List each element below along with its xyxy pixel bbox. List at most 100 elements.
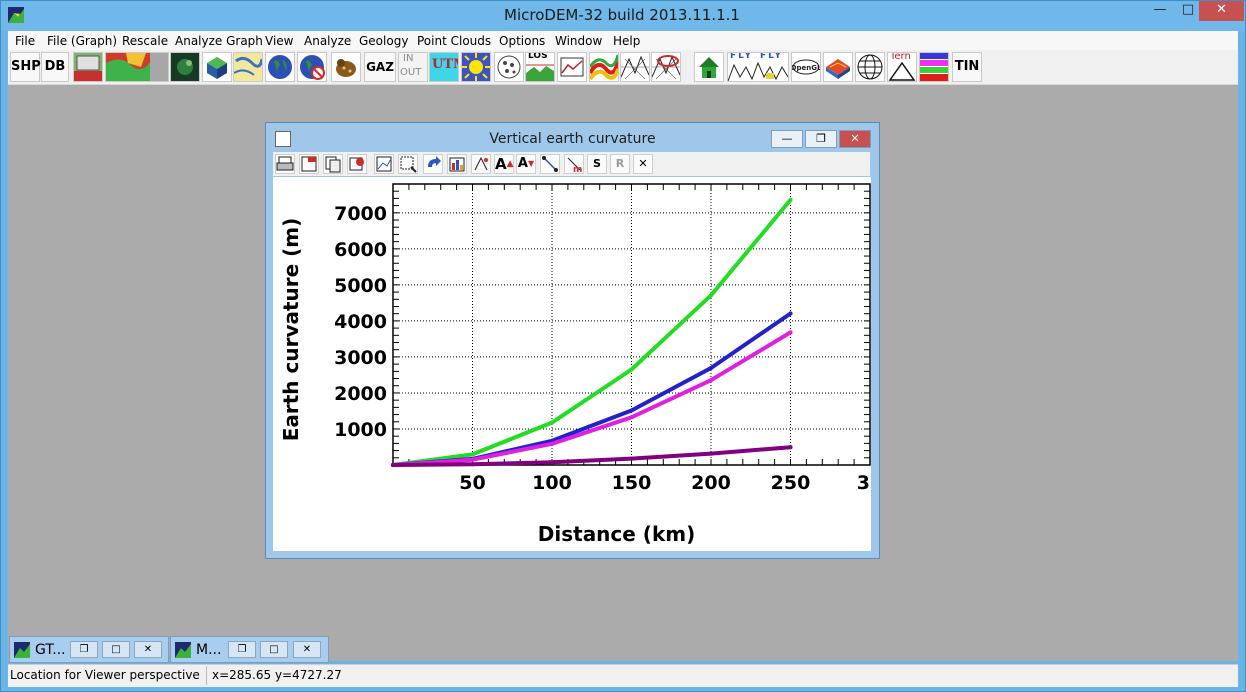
close-graph-tool-button[interactable]: ✕ [633, 154, 653, 174]
histogram-button[interactable] [447, 154, 467, 174]
utm-button[interactable]: UTM [429, 52, 459, 82]
color-table-icon [920, 53, 948, 81]
gt-window-icon [14, 642, 30, 658]
status-message: Location for Viewer perspective [10, 668, 200, 682]
slope-measure-button[interactable]: m [564, 154, 584, 175]
satellite-image-button[interactable] [170, 52, 200, 82]
geology-map-button[interactable] [233, 52, 263, 82]
gazetteer-button[interactable]: GAZ [364, 52, 396, 82]
gt-restore-button[interactable]: ❐ [70, 641, 98, 658]
cross-section-button[interactable] [589, 52, 619, 82]
gt-close-button[interactable]: ✕ [134, 641, 162, 658]
world-grid-button[interactable] [855, 52, 885, 82]
plot-area[interactable]: 1000 2000 3000 4000 5000 6000 7000 50 100 150 200 2… [273, 177, 883, 551]
print-button[interactable] [275, 154, 295, 174]
measure-line-button[interactable] [540, 154, 560, 174]
los-label: LOS [528, 52, 548, 61]
s-button[interactable]: S [587, 154, 607, 174]
series-point [550, 460, 554, 465]
menu-rescale[interactable]: Rescale [122, 32, 168, 50]
x-tick-label: 250 [771, 472, 811, 494]
cross-section-icon [590, 53, 618, 81]
refresh-graph-button[interactable] [347, 154, 367, 174]
menu-window[interactable]: Window [555, 32, 602, 50]
y-tick-label: 3000 [334, 347, 387, 369]
series-point [629, 415, 634, 420]
printer-icon [276, 156, 294, 171]
close-button[interactable]: ✕ [1199, 1, 1244, 21]
series-point [709, 451, 713, 456]
utm-label: UTM [432, 57, 458, 72]
rescale-arrow-icon [428, 156, 441, 167]
x-tick-label: 150 [612, 472, 652, 494]
minimized-window-m[interactable]: M... ❐ □ ✕ [170, 636, 329, 663]
shp-button[interactable]: SHP [10, 52, 41, 82]
save-graph-button[interactable] [299, 154, 319, 174]
house-button[interactable] [694, 52, 724, 82]
fishnet-overlay-button[interactable] [651, 52, 681, 82]
series-point [629, 456, 634, 461]
m-window-icon [175, 642, 191, 658]
add-text-button[interactable] [471, 154, 491, 174]
graph-minimize-button[interactable]: — [771, 130, 803, 148]
minimize-button[interactable]: — [1147, 1, 1173, 21]
menu-options[interactable]: Options [499, 32, 545, 50]
zoom-box-icon [400, 156, 417, 173]
menu-file[interactable]: File [15, 32, 35, 50]
maximize-button[interactable]: □ [1175, 1, 1201, 21]
copy-graph-button[interactable] [323, 154, 343, 174]
fly-through-button[interactable]: FLY FLY [727, 52, 789, 82]
sun-position-button[interactable] [461, 52, 491, 82]
open-dem-button[interactable] [105, 52, 169, 82]
m-maximize-button[interactable]: □ [260, 641, 288, 658]
x-tick-label: 200 [691, 472, 731, 494]
graph-close-button[interactable]: ✕ [839, 130, 871, 148]
gt-maximize-button[interactable]: □ [102, 641, 130, 658]
m-restore-button[interactable]: ❐ [228, 641, 256, 658]
menu-analyze[interactable]: Analyze [304, 32, 351, 50]
menu-geology[interactable]: Geology [359, 32, 408, 50]
rescale-button[interactable] [423, 154, 443, 174]
zoom-in-out-button[interactable]: IN OUT [398, 52, 428, 82]
fishnet-button[interactable] [620, 52, 650, 82]
menu-analyze-graph[interactable]: Analyze Graph [175, 32, 263, 50]
zoom-box-button[interactable] [398, 154, 418, 174]
block-diagram-button[interactable] [202, 52, 232, 82]
graph-settings-button[interactable] [374, 154, 394, 174]
db-button[interactable]: DB [41, 52, 69, 82]
cube-icon [207, 57, 227, 79]
3d-surface-button[interactable] [823, 52, 853, 82]
open-image-button[interactable] [73, 52, 103, 82]
ternary-button[interactable]: Tern [887, 52, 917, 82]
color-table-button[interactable] [919, 52, 949, 82]
menu-view[interactable]: View [265, 32, 293, 50]
smaller-font-button[interactable]: A▼ [516, 154, 536, 174]
r-button[interactable]: R [610, 154, 630, 174]
menu-help[interactable]: Help [613, 32, 640, 50]
save-image-icon [301, 156, 317, 172]
image-icon [74, 53, 102, 81]
fishnet-icon [621, 55, 649, 80]
profile-graph-button[interactable] [557, 52, 587, 82]
larger-font-button[interactable]: A▲ [494, 154, 514, 174]
app-title: MicroDEM-32 build 2013.11.1.1 [504, 6, 740, 24]
y-tick-label: 5000 [334, 275, 387, 297]
menu-bar: File File (Graph) Rescale Analyze Graph … [8, 31, 1238, 50]
globe-no-button[interactable] [297, 52, 327, 82]
profile-graph-icon [560, 57, 584, 77]
opengl-button[interactable]: OpenGL [791, 52, 821, 82]
graph-settings-icon [376, 156, 392, 172]
line-of-sight-button[interactable]: LOS [525, 52, 555, 82]
stereonet-button[interactable] [494, 52, 524, 82]
graph-restore-button[interactable]: ❐ [805, 130, 837, 148]
tin-button[interactable]: TIN [952, 52, 982, 82]
minimized-window-gt[interactable]: GT... ❐ □ ✕ [9, 636, 169, 663]
menu-file-graph[interactable]: File (Graph) [47, 32, 117, 50]
main-toolbar: SHP DB GAZ IN OUT UTM LOS [8, 50, 1238, 85]
menu-point-clouds[interactable]: Point Clouds [417, 32, 491, 50]
y-tick-label: 4000 [334, 311, 387, 333]
animal-tracking-button[interactable] [331, 52, 361, 82]
globe-button[interactable] [265, 52, 295, 82]
m-close-button[interactable]: ✕ [293, 641, 321, 658]
x-axis-label: Distance (km) [538, 522, 695, 546]
